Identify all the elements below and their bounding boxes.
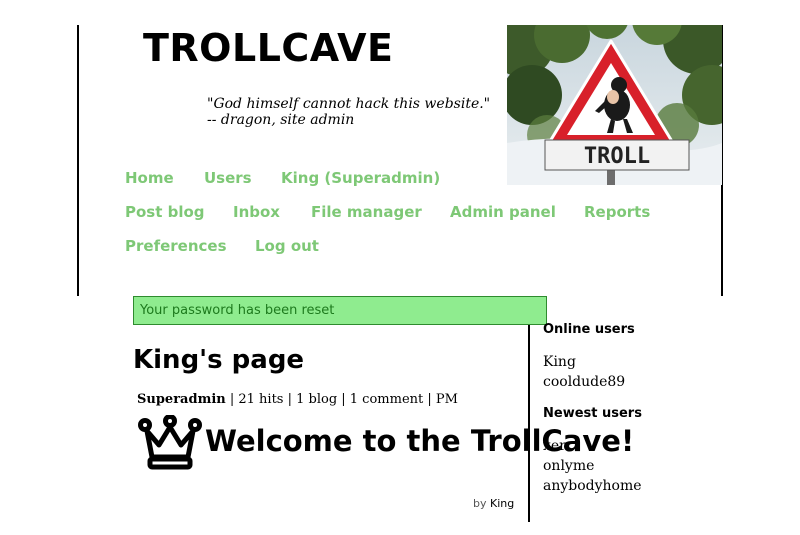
online-users-heading: Online users [543, 322, 635, 337]
sign-text: TROLL [584, 144, 650, 169]
site-title: TROLLCAVE [143, 26, 394, 70]
post-byline: by King [473, 497, 514, 511]
site-tagline: "God himself cannot hack this website." … [207, 96, 491, 128]
post-author-link[interactable]: King [490, 497, 514, 510]
nav-preferences[interactable]: Preferences [125, 237, 227, 255]
flash-message-text: Your password has been reset [140, 303, 335, 318]
byline-label: by [473, 497, 487, 510]
nav-admin-panel[interactable]: Admin panel [450, 203, 556, 221]
newest-user-item[interactable]: anybodyhome [543, 476, 642, 496]
newest-users-list: xer onlyme anybodyhome [543, 436, 642, 496]
nav-file-manager[interactable]: File manager [311, 203, 422, 221]
nav-profile[interactable]: King (Superadmin) [281, 169, 440, 187]
online-user-item[interactable]: King [543, 352, 625, 372]
frame-left-border [77, 25, 79, 296]
nav-users[interactable]: Users [204, 169, 252, 187]
crown-icon [138, 415, 202, 470]
sidebar-divider [528, 310, 530, 522]
page-title: King's page [133, 345, 305, 375]
header-troll-sign-image: TROLL [507, 25, 722, 185]
user-role: Superadmin [137, 392, 226, 407]
nav-log-out[interactable]: Log out [255, 237, 319, 255]
newest-users-heading: Newest users [543, 406, 642, 421]
newest-user-item[interactable]: xer [543, 436, 642, 456]
user-meta: Superadmin | 21 hits | 1 blog | 1 commen… [137, 392, 458, 408]
nav-inbox[interactable]: Inbox [233, 203, 280, 221]
nav-post-blog[interactable]: Post blog [125, 203, 205, 221]
flash-success-message: Your password has been reset [133, 296, 547, 325]
online-user-item[interactable]: cooldude89 [543, 372, 625, 392]
newest-user-item[interactable]: onlyme [543, 456, 642, 476]
nav-reports[interactable]: Reports [584, 203, 650, 221]
online-users-list: King cooldude89 [543, 352, 625, 392]
nav-home[interactable]: Home [125, 169, 174, 187]
post-title[interactable]: Welcome to the TrollCave! [205, 427, 634, 456]
user-stats: | 21 hits | 1 blog | 1 comment | PM [225, 392, 458, 407]
